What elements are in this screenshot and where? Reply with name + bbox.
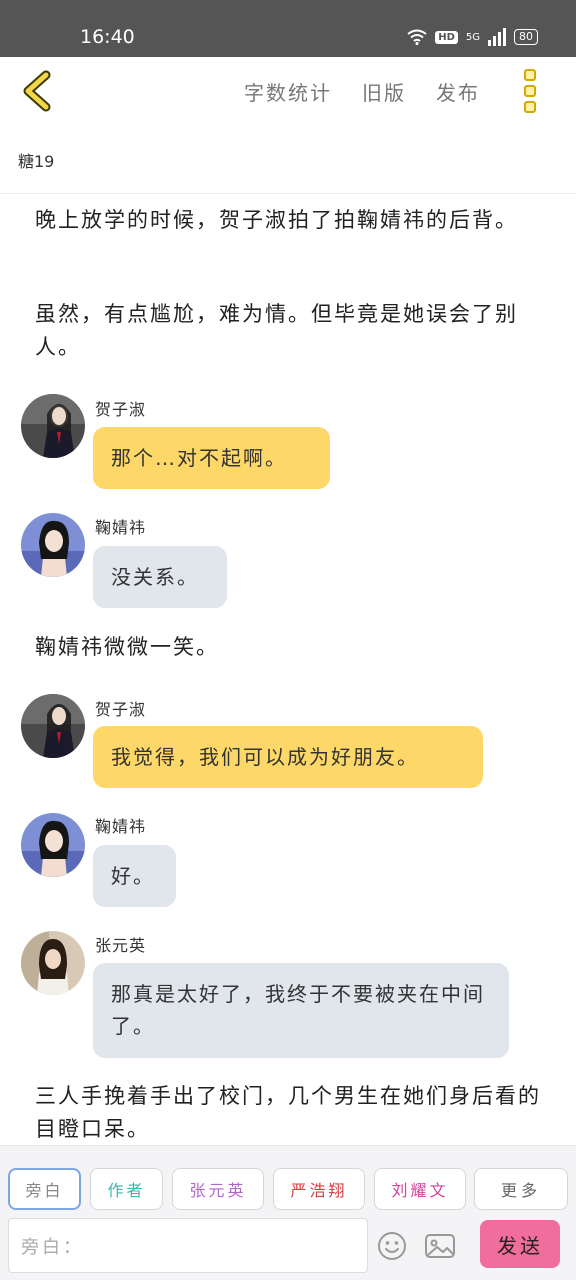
speaker-name: 张元英 — [95, 936, 147, 955]
battery-icon: 80 — [514, 29, 538, 45]
status-icons: HD 5G 80 — [407, 28, 538, 46]
role-narration[interactable]: 旁白 — [8, 1168, 81, 1210]
speaker-name: 鞠婧祎 — [95, 817, 147, 836]
status-time: 16:40 — [80, 26, 135, 48]
signal-icon — [488, 28, 506, 46]
avatar-zhangyuanying[interactable] — [21, 931, 85, 995]
chat-bubble: 那个…对不起啊。 — [93, 427, 330, 489]
hd-badge: HD — [435, 30, 458, 44]
avatar-hezishu[interactable] — [21, 694, 85, 758]
chapter-title: 糖19 — [18, 152, 55, 171]
top-links: 字数统计 旧版 发布 — [244, 77, 480, 106]
word-count-link[interactable]: 字数统计 — [244, 77, 332, 106]
narration-text: 三人手挽着手出了校门，几个男生在她们身后看的目瞪口呆。 — [35, 1084, 541, 1141]
chat-bubble: 没关系。 — [93, 546, 227, 608]
wifi-icon — [407, 29, 427, 45]
chat-bubble: 我觉得，我们可以成为好朋友。 — [93, 726, 483, 788]
image-icon[interactable] — [424, 1231, 456, 1261]
status-bar: 16:40 HD 5G 80 — [0, 0, 576, 57]
role-yanhaoxiang[interactable]: 严浩翔 — [273, 1168, 365, 1210]
narration-text: 晚上放学的时候，贺子淑拍了拍鞠婧祎的后背。 — [35, 208, 518, 232]
network-label: 5G — [465, 31, 480, 43]
speaker-name: 鞠婧祎 — [95, 518, 147, 537]
role-liuyaowen[interactable]: 刘耀文 — [374, 1168, 466, 1210]
role-zhangyuanying[interactable]: 张元英 — [172, 1168, 264, 1210]
role-author[interactable]: 作者 — [90, 1168, 163, 1210]
chat-bubble: 好。 — [93, 845, 176, 907]
story-content[interactable]: 晚上放学的时候，贺子淑拍了拍鞠婧祎的后背。 虽然，有点尴尬，难为情。但毕竟是她误… — [0, 194, 576, 1144]
speaker-name: 贺子淑 — [95, 400, 147, 419]
message-input[interactable]: 旁白： — [8, 1218, 368, 1273]
speaker-name: 贺子淑 — [95, 700, 147, 719]
narration-text: 虽然，有点尴尬，难为情。但毕竟是她误会了别人。 — [35, 302, 518, 359]
narration-text: 鞠婧祎微微一笑。 — [35, 635, 219, 659]
role-selector: 旁白 作者 张元英 严浩翔 刘耀文 — [8, 1168, 468, 1212]
avatar-jujingyi[interactable] — [21, 813, 85, 877]
publish-link[interactable]: 发布 — [436, 77, 480, 106]
chat-bubble: 那真是太好了，我终于不要被夹在中间了。 — [93, 963, 509, 1058]
top-bar: 字数统计 旧版 发布 — [0, 57, 576, 129]
more-roles-button[interactable]: 更多 — [474, 1168, 568, 1210]
avatar-jujingyi[interactable] — [21, 513, 85, 577]
emoji-icon[interactable] — [377, 1231, 407, 1261]
send-button[interactable]: 发送 — [480, 1220, 560, 1268]
editor-toolbar: 旁白 作者 张元英 严浩翔 刘耀文 更多 旁白： 发送 — [0, 1145, 576, 1280]
vertical-dots-icon[interactable] — [524, 69, 538, 113]
avatar-hezishu[interactable] — [21, 394, 85, 458]
chevron-left-icon[interactable] — [20, 69, 60, 113]
old-version-link[interactable]: 旧版 — [362, 77, 406, 106]
